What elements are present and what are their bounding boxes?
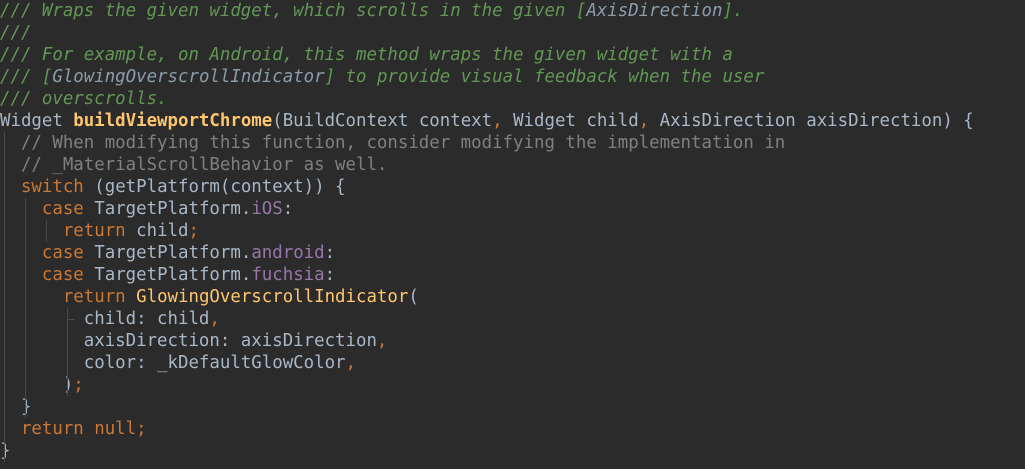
- code-token: AxisDirection: [586, 1, 723, 21]
- code-token: ,: [638, 111, 660, 131]
- code-token: /// For example, on Android, this method…: [0, 45, 733, 65]
- code-token: ,: [345, 353, 356, 373]
- code-token: GlowingOverscrollIndicator: [52, 67, 325, 87]
- code-line[interactable]: );: [0, 374, 84, 396]
- code-token: ///: [0, 23, 32, 43]
- code-line[interactable]: return child;: [0, 220, 199, 242]
- code-line[interactable]: Widget buildViewportChrome(BuildContext …: [0, 110, 974, 132]
- code-token: :: [324, 243, 336, 263]
- code-token: ;: [188, 221, 199, 241]
- code-line[interactable]: color: _kDefaultGlowColor,: [0, 352, 356, 374]
- code-token: (getPlatform(context)) {: [94, 177, 346, 197]
- code-token: fuchsia: [251, 265, 325, 285]
- code-line[interactable]: /// Wraps the given widget, which scroll…: [0, 0, 743, 22]
- code-token: return null: [20, 419, 137, 439]
- code-editor[interactable]: /// Wraps the given widget, which scroll…: [0, 0, 1025, 469]
- code-token: TargetPlatform.: [94, 199, 252, 219]
- code-line[interactable]: case TargetPlatform.fuchsia:: [0, 264, 335, 286]
- code-token: /// Wraps the given widget, which scroll…: [0, 1, 587, 21]
- code-token: android: [251, 243, 325, 263]
- code-line[interactable]: // When modifying this function, conside…: [0, 132, 785, 154]
- code-line[interactable]: return GlowingOverscrollIndicator(: [0, 286, 419, 308]
- code-line[interactable]: case TargetPlatform.android:: [0, 242, 335, 264]
- code-token: case: [41, 243, 95, 263]
- code-token: ,: [492, 111, 514, 131]
- code-line[interactable]: /// [GlowingOverscrollIndicator] to prov…: [0, 66, 764, 88]
- code-line[interactable]: axisDirection: axisDirection,: [0, 330, 388, 352]
- code-token: ;: [73, 375, 84, 395]
- code-token: // When modifying this function, conside…: [0, 133, 786, 153]
- indent-guide: [4, 132, 5, 462]
- code-token: }: [0, 441, 11, 461]
- code-token: GlowingOverscrollIndicator: [136, 287, 409, 307]
- code-token: buildViewportChrome: [73, 111, 273, 131]
- code-token: // _MaterialScrollBehavior as well.: [0, 155, 388, 175]
- code-token: (BuildContext context: [272, 111, 493, 131]
- code-token: ,: [376, 331, 388, 351]
- code-line[interactable]: ///: [0, 22, 31, 44]
- indent-guide: [67, 308, 68, 396]
- code-token: ): [0, 375, 74, 395]
- code-line[interactable]: // _MaterialScrollBehavior as well.: [0, 154, 387, 176]
- code-token: TargetPlatform.: [94, 243, 252, 263]
- code-token: /// overscrolls.: [0, 89, 168, 109]
- code-token: return: [62, 221, 137, 241]
- code-token: child: [136, 221, 189, 241]
- code-line[interactable]: return null;: [0, 418, 147, 440]
- code-token: :: [324, 265, 336, 285]
- code-token: case: [41, 199, 95, 219]
- code-line[interactable]: child: child,: [0, 308, 220, 330]
- code-token: Widget: [0, 111, 74, 131]
- code-token: color: _kDefaultGlowColor: [0, 353, 346, 373]
- code-token: ] to provide visual feedback when the us…: [324, 67, 765, 87]
- code-token: TargetPlatform.: [94, 265, 252, 285]
- code-token: iOS: [251, 199, 283, 219]
- code-line[interactable]: }: [0, 440, 10, 462]
- code-token: child: child: [0, 309, 210, 329]
- code-line[interactable]: /// For example, on Android, this method…: [0, 44, 733, 66]
- code-token: /// [: [0, 67, 53, 87]
- indent-guide: [25, 198, 26, 418]
- code-token: Widget child: [513, 111, 639, 131]
- code-line[interactable]: switch (getPlatform(context)) {: [0, 176, 346, 198]
- code-token: switch: [20, 177, 95, 197]
- code-token: case: [41, 265, 95, 285]
- code-token: ].: [722, 1, 744, 21]
- code-token: (: [408, 287, 419, 307]
- code-token: ;: [136, 419, 147, 439]
- code-line[interactable]: /// overscrolls.: [0, 88, 168, 110]
- code-line[interactable]: case TargetPlatform.iOS:: [0, 198, 293, 220]
- code-token: return: [62, 287, 137, 307]
- code-token: :: [282, 199, 294, 219]
- code-token: axisDirection: axisDirection: [0, 331, 377, 351]
- code-token: AxisDirection axisDirection) {: [659, 111, 974, 131]
- indent-guide: [46, 220, 47, 242]
- code-token: ,: [209, 309, 220, 329]
- indent-guide-tick: [67, 319, 75, 320]
